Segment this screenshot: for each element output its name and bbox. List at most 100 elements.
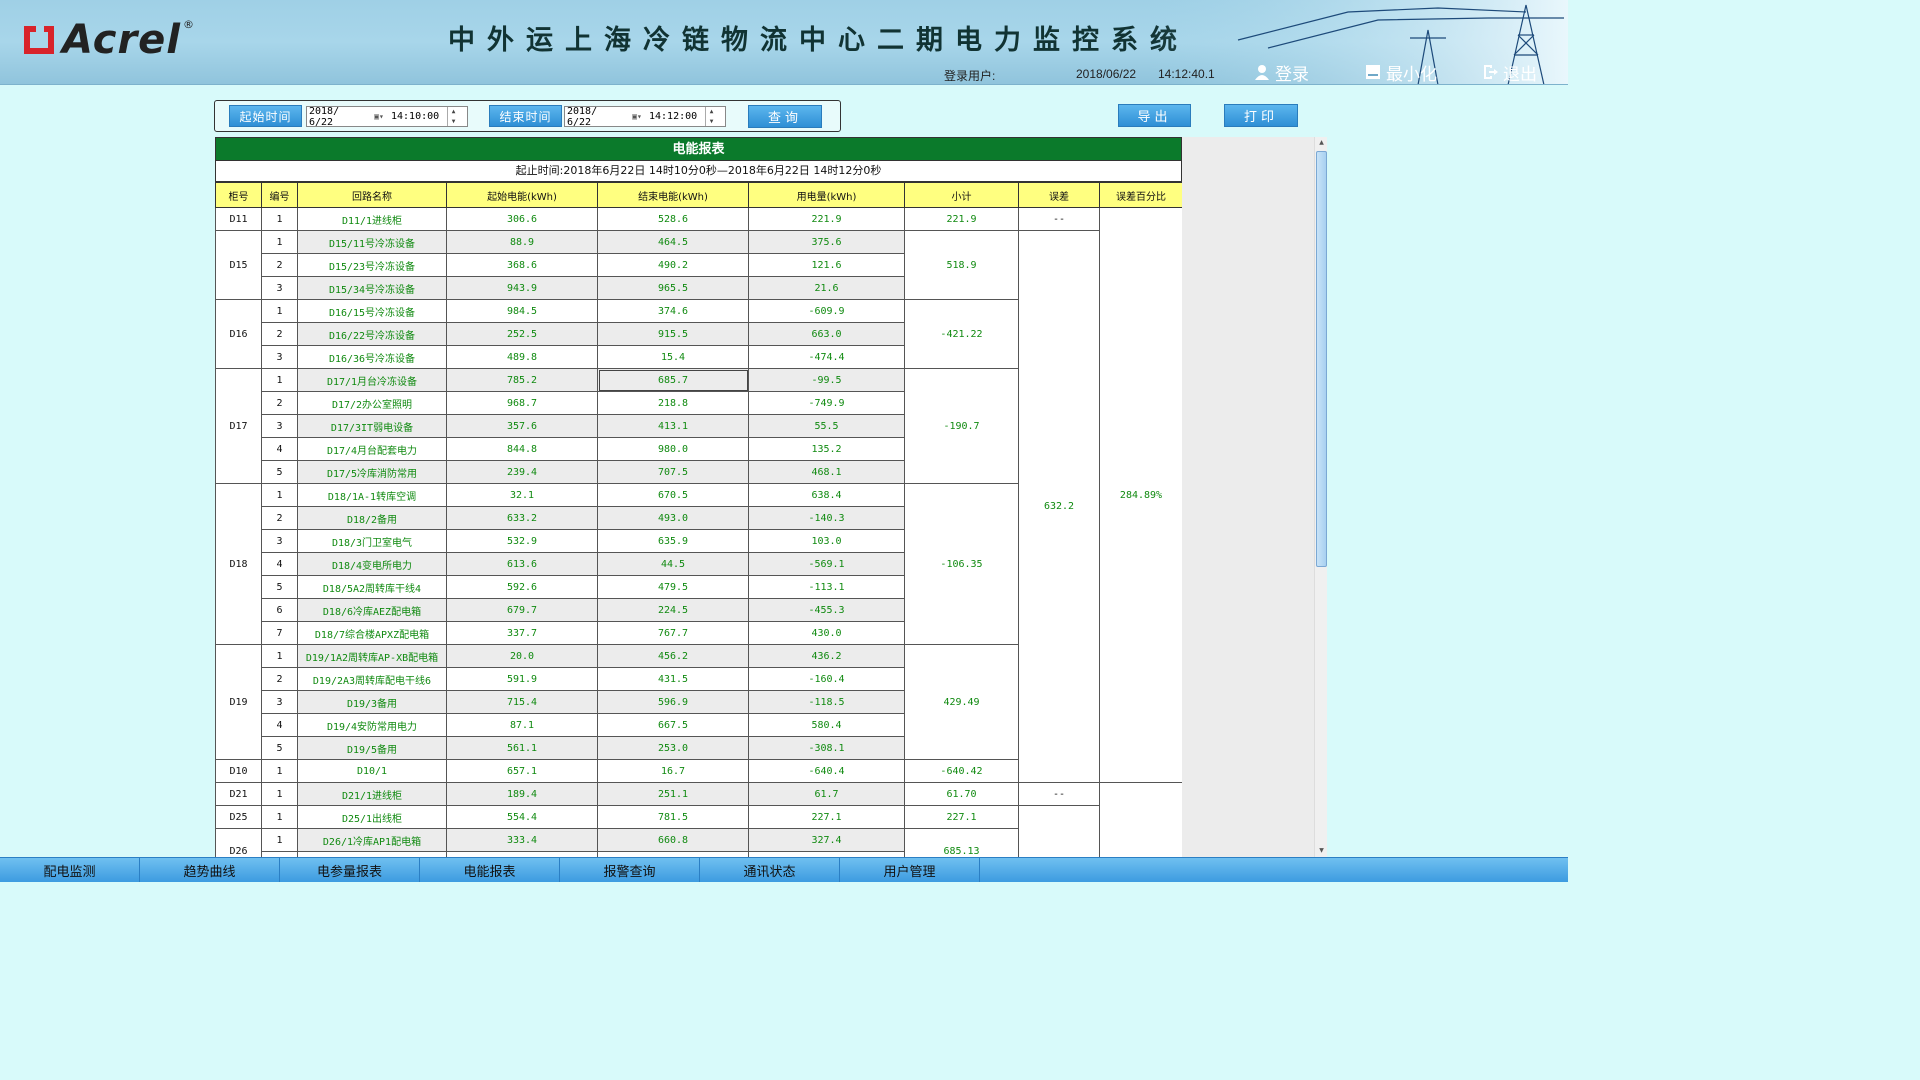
minimize-icon — [1366, 65, 1380, 79]
nav-alarm-query[interactable]: 报警查询 — [560, 858, 700, 882]
number-cell: 5 — [261, 736, 298, 760]
end-energy-cell[interactable]: 224.5 — [597, 598, 749, 622]
circuit-name-cell: D25/1出线柜 — [297, 805, 447, 829]
number-cell: 5 — [261, 575, 298, 599]
login-button-label: 登录 — [1275, 64, 1309, 85]
col-header-circuit: 回路名称 — [297, 182, 447, 208]
circuit-name-cell: D17/2办公室照明 — [297, 391, 447, 415]
usage-cell: 327.4 — [748, 828, 905, 852]
report-title: 电能报表 — [215, 137, 1182, 161]
usage-cell: 55.5 — [748, 414, 905, 438]
energy-report-panel: 电能报表 起止时间:2018年6月22日 14时10分0秒—2018年6月22日… — [215, 137, 1327, 857]
end-energy-cell[interactable]: 464.5 — [597, 230, 749, 254]
start-energy-cell: 32.1 — [446, 483, 598, 507]
table-row: D25 1 D25/1出线柜 554.4 781.5 227.1 227.1 — [215, 805, 1183, 857]
cabinet-cell: D19 — [215, 644, 262, 760]
time-spinner-icon[interactable]: ▲ ▼ — [447, 107, 459, 126]
start-time-field[interactable]: 14:10:00 — [389, 111, 447, 122]
number-cell: 1 — [261, 299, 298, 323]
number-cell: 4 — [261, 437, 298, 461]
scrollbar-thumb[interactable] — [1316, 151, 1327, 567]
usage-cell: -569.1 — [748, 552, 905, 576]
scroll-up-icon[interactable]: ▲ — [1316, 137, 1327, 149]
end-energy-cell[interactable]: 660.8 — [597, 828, 749, 852]
subtotal-cell: -421.22 — [904, 299, 1019, 369]
scroll-down-icon[interactable]: ▼ — [1316, 845, 1327, 857]
number-cell: 1 — [261, 644, 298, 668]
login-button[interactable]: 登录 — [1254, 61, 1309, 85]
nav-user-management[interactable]: 用户管理 — [840, 858, 980, 882]
export-button[interactable]: 导出 — [1118, 104, 1191, 127]
nav-comm-status[interactable]: 通讯状态 — [700, 858, 840, 882]
usage-cell: 638.4 — [748, 483, 905, 507]
end-energy-cell[interactable]: 374.6 — [597, 299, 749, 323]
minimize-button[interactable]: 最小化 — [1365, 61, 1437, 84]
end-energy-cell[interactable]: 528.6 — [597, 207, 749, 231]
time-spinner-icon[interactable]: ▲ ▼ — [705, 107, 717, 126]
nav-trend-curve[interactable]: 趋势曲线 — [140, 858, 280, 882]
end-date-field[interactable]: 2018/ 6/22 — [565, 106, 627, 128]
circuit-name-cell: D19/4安防常用电力 — [297, 713, 447, 737]
usage-cell: -640.4 — [748, 759, 905, 783]
col-header-start-energy: 起始电能(kWh) — [446, 182, 598, 208]
start-date-field[interactable]: 2018/ 6/22 — [307, 106, 369, 128]
end-energy-cell[interactable]: 781.5 — [597, 805, 749, 829]
end-energy-cell[interactable]: 413.1 — [597, 414, 749, 438]
start-energy-cell: 239.4 — [446, 460, 598, 484]
end-energy-cell[interactable]: 493.0 — [597, 506, 749, 530]
end-energy-cell[interactable]: 479.5 — [597, 575, 749, 599]
start-energy-cell: 715.4 — [446, 690, 598, 714]
calendar-dropdown-icon[interactable]: ▣▾ — [369, 107, 389, 126]
print-button[interactable]: 打印 — [1224, 104, 1298, 127]
number-cell: 7 — [261, 621, 298, 645]
cabinet-cell: D17 — [215, 368, 262, 484]
end-energy-cell[interactable]: 44.5 — [597, 552, 749, 576]
start-energy-cell: 984.5 — [446, 299, 598, 323]
end-time-field[interactable]: 14:12:00 — [647, 111, 705, 122]
end-energy-cell[interactable]: 456.2 — [597, 644, 749, 668]
usage-cell: 21.6 — [748, 276, 905, 300]
end-energy-cell[interactable]: 915.5 — [597, 322, 749, 346]
circuit-name-cell: D18/4变电所电力 — [297, 552, 447, 576]
cabinet-cell: D21 — [215, 782, 262, 806]
end-energy-cell[interactable]: 667.5 — [597, 713, 749, 737]
number-cell: 4 — [261, 552, 298, 576]
acrel-logo: Acrel ® — [22, 16, 194, 64]
end-energy-cell[interactable]: 685.7 — [597, 368, 749, 392]
end-energy-cell[interactable]: 251.1 — [597, 782, 749, 806]
start-energy-cell: 592.6 — [446, 575, 598, 599]
end-energy-cell[interactable]: 980.0 — [597, 437, 749, 461]
end-energy-cell[interactable]: 15.4 — [597, 345, 749, 369]
number-cell: 3 — [261, 345, 298, 369]
col-header-number: 编号 — [261, 182, 298, 208]
nav-energy-report[interactable]: 电能报表 — [420, 858, 560, 882]
exit-button[interactable]: 退出 — [1482, 61, 1537, 84]
end-energy-cell[interactable]: 431.5 — [597, 667, 749, 691]
end-energy-cell[interactable]: 490.2 — [597, 253, 749, 277]
usage-cell: -455.3 — [748, 598, 905, 622]
end-energy-cell[interactable]: 596.9 — [597, 690, 749, 714]
end-energy-cell[interactable]: 767.7 — [597, 621, 749, 645]
end-energy-cell[interactable]: 635.9 — [597, 529, 749, 553]
end-energy-cell[interactable]: 707.5 — [597, 460, 749, 484]
circuit-name-cell: D16/36号冷冻设备 — [297, 345, 447, 369]
end-energy-cell[interactable]: 218.8 — [597, 391, 749, 415]
circuit-name-cell: D19/5备用 — [297, 736, 447, 760]
header-date: 2018/06/22 — [1076, 67, 1137, 81]
search-button[interactable]: 查询 — [748, 105, 822, 128]
number-cell: 5 — [261, 460, 298, 484]
end-datetime-picker[interactable]: 2018/ 6/22 ▣▾ 14:12:00 ▲ ▼ — [564, 106, 726, 128]
calendar-dropdown-icon[interactable]: ▣▾ — [627, 107, 647, 126]
nav-parameter-report[interactable]: 电参量报表 — [280, 858, 420, 882]
report-blank-area — [1182, 137, 1314, 857]
end-energy-cell[interactable]: 670.5 — [597, 483, 749, 507]
number-cell: 1 — [261, 483, 298, 507]
nav-power-monitoring[interactable]: 配电监测 — [0, 858, 140, 882]
start-datetime-picker[interactable]: 2018/ 6/22 ▣▾ 14:10:00 ▲ ▼ — [306, 106, 468, 128]
col-header-cabinet: 柜号 — [215, 182, 262, 208]
vertical-scrollbar[interactable]: ▲ ▼ — [1314, 137, 1327, 857]
end-energy-cell[interactable]: 965.5 — [597, 276, 749, 300]
end-energy-cell[interactable]: 16.7 — [597, 759, 749, 783]
end-energy-cell[interactable]: 253.0 — [597, 736, 749, 760]
start-energy-cell: 357.6 — [446, 414, 598, 438]
